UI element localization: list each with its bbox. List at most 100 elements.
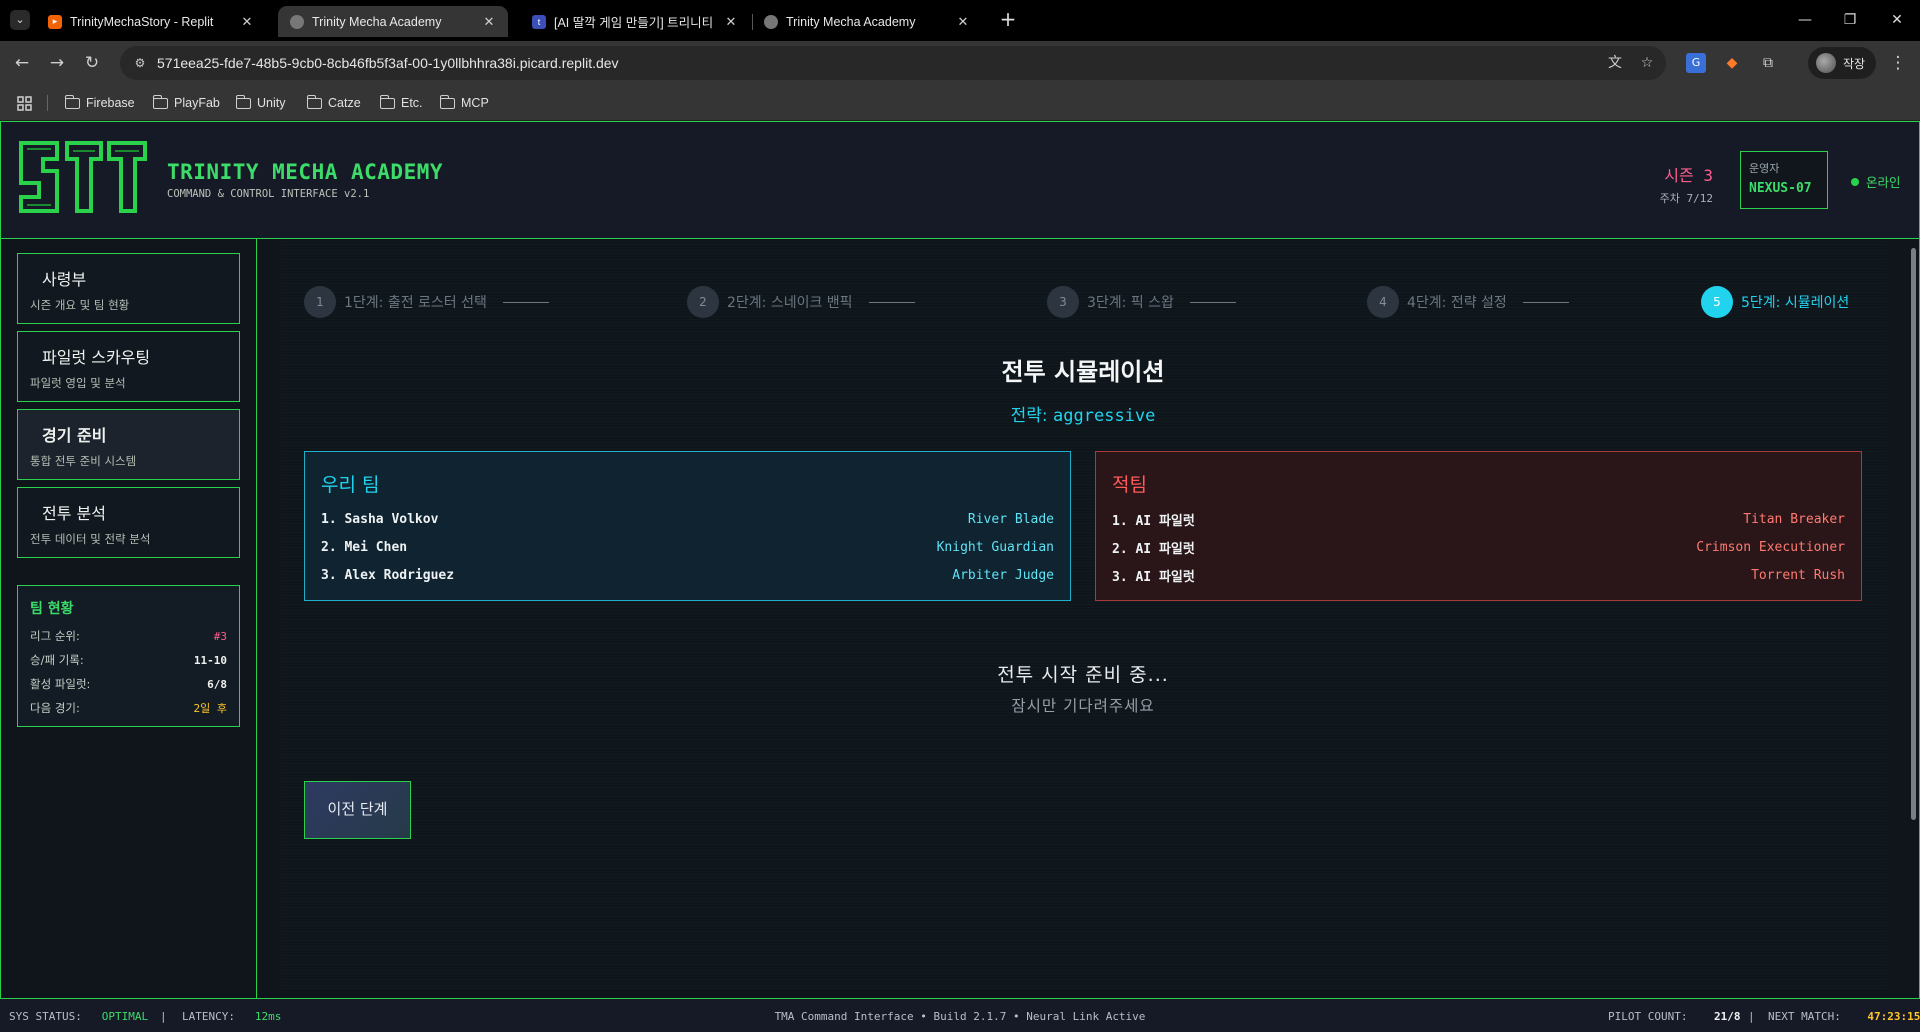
list-item: 1. Sasha Volkov River Blade [321,505,1054,533]
address-bar[interactable]: ⚙ 571eea25-fde7-48b5-9cb0-8cb46fb5f3af-0… [120,46,1666,80]
back-icon[interactable]: ← [10,51,34,75]
sidebar-item-match-prep[interactable]: 경기 준비 통합 전투 준비 시스템 [17,409,240,480]
browser-tab-1[interactable]: ▸ TrinityMechaStory - Replit ✕ [36,6,266,37]
new-tab-button[interactable]: + [996,8,1020,32]
bookmark-folder-catze[interactable]: Catze [306,93,361,113]
sidebar-item-hq[interactable]: 사령부 시즌 개요 및 팀 현황 [17,253,240,324]
logo-icon [19,141,147,213]
browser-tab-4[interactable]: Trinity Mecha Academy ✕ [752,6,982,37]
list-item: 2. Mei Chen Knight Guardian [321,533,1054,561]
mech-name: Titan Breaker [1743,511,1845,527]
list-item: 1. AI 파일럿 Titan Breaker [1112,505,1845,533]
sidebar-item-label: 파일럿 스카우팅 [42,348,151,367]
bookmark-label: Catze [328,96,361,110]
sidebar-item-label: 전투 분석 [42,504,106,523]
app-subtitle: COMMAND & CONTROL INTERFACE v2.1 [167,188,370,200]
translate-extension-icon[interactable]: G [1686,53,1706,73]
sidebar-item-label: 경기 준비 [42,426,107,445]
mech-name: Torrent Rush [1751,567,1845,583]
status-dot-icon [1851,177,1859,186]
translate-icon[interactable]: 文 [1606,54,1624,72]
stat-value: 6/8 [207,677,227,691]
bookmark-folder-firebase[interactable]: Firebase [64,93,135,113]
globe-icon [290,14,304,29]
sidebar-item-desc: 전투 데이터 및 전략 분석 [30,532,151,546]
browser-tab-2[interactable]: Trinity Mecha Academy ✕ [278,6,508,37]
sidebar-item-scouting[interactable]: 파일럿 스카우팅 파일럿 영입 및 분석 [17,331,240,402]
previous-step-button[interactable]: 이전 단계 [304,781,411,839]
reload-icon[interactable]: ↻ [80,51,104,75]
minimize-icon[interactable]: — [1793,8,1817,32]
profile-button[interactable]: 작장 [1808,47,1876,79]
app-header: TRINITY MECHA ACADEMY COMMAND & CONTROL … [1,122,1919,239]
apps-grid-icon[interactable] [17,93,32,113]
bookmark-label: MCP [461,96,489,110]
close-icon[interactable]: ✕ [482,14,496,30]
season-label: 시즌 3 [1664,166,1713,185]
bookmark-folder-mcp[interactable]: MCP [439,93,489,113]
bookmark-label: Unity [257,96,286,110]
mech-name: Knight Guardian [936,539,1054,555]
browser-tab-bar: ⌄ ▸ TrinityMechaStory - Replit ✕ Trinity… [0,0,1920,41]
replit-icon: ▸ [48,14,62,29]
close-icon[interactable]: ✕ [956,14,970,30]
next-match: NEXT MATCH: 47:23:15 [1768,1010,1920,1023]
fox-extension-icon[interactable]: ◆ [1722,53,1742,73]
stat-label: 활성 파일럿: [30,677,91,691]
step-1[interactable]: 1 1단계: 출전 로스터 선택 [304,286,549,318]
bookmark-folder-playfab[interactable]: PlayFab [152,93,220,113]
mech-name: Crimson Executioner [1696,539,1845,555]
bookmark-folder-unity[interactable]: Unity [235,93,286,113]
forward-icon[interactable]: → [45,51,69,75]
browser-tab-3[interactable]: t [AI 딸깍 게임 만들기] 트리니티 ✕ [520,6,750,37]
menu-icon[interactable]: ⋮ [1886,51,1910,75]
pilot-name: 3. Alex Rodriguez [321,567,455,583]
restore-icon[interactable]: ❐ [1838,8,1862,32]
tab-search-button[interactable]: ⌄ [10,10,30,30]
folder-icon [439,94,455,109]
mech-name: Arbiter Judge [952,567,1054,583]
folder-icon [235,94,251,109]
status-bar: SYS STATUS: OPTIMAL | LATENCY: 12ms TMA … [0,998,1920,1032]
window-close-icon[interactable]: ✕ [1885,8,1909,32]
week-label: 주차 7/12 [1659,192,1713,205]
step-5[interactable]: 5 5단계: 시뮬레이션 [1701,286,1849,318]
folder-icon [306,94,322,109]
bookmark-divider [47,95,48,111]
battle-prep-subtitle: 잠시만 기다려주세요 [1011,697,1155,715]
close-icon[interactable]: ✕ [724,14,738,30]
mech-name: River Blade [967,511,1054,527]
tab-title: Trinity Mecha Academy [786,14,916,29]
stat-value: 11-10 [193,653,227,667]
bookmark-folder-etc[interactable]: Etc. [379,93,423,113]
step-label: 2단계: 스네이크 밴픽 [727,295,853,311]
strategy-line: 전략: aggressive [280,401,1886,426]
step-number: 5 [1701,286,1733,318]
next-match-row: 다음 경기: 2일 후 [30,696,227,720]
list-item: 3. AI 파일럿 Torrent Rush [1112,561,1845,589]
step-connector [1522,301,1569,303]
step-connector [868,301,915,303]
pilot-name: 1. Sasha Volkov [321,511,439,527]
strategy-label: 전략: [1010,406,1048,426]
step-3[interactable]: 3 3단계: 픽 스왑 [1047,286,1236,318]
sidebar-item-battle-analysis[interactable]: 전투 분석 전투 데이터 및 전략 분석 [17,487,240,558]
stat-label: 승/패 기록: [30,653,84,667]
tab-title: Trinity Mecha Academy [312,14,442,29]
bookmark-star-icon[interactable]: ☆ [1638,54,1656,72]
separator: | [1748,1010,1755,1023]
bookmarks-bar: Firebase PlayFab Unity Catze Etc. MCP [0,85,1920,121]
pilot-count-label: PILOT COUNT: [1608,1010,1688,1023]
extensions-icon[interactable]: ⧉ [1758,53,1778,73]
operator-badge: 운영자 NEXUS-07 [1740,151,1828,209]
scrollbar-thumb[interactable] [1911,248,1916,820]
operator-label: 운영자 [1749,162,1780,175]
step-4[interactable]: 4 4단계: 전략 설정 [1367,286,1569,318]
bookmark-label: Firebase [86,96,135,110]
app-icon: t [532,14,546,29]
list-item: 3. Alex Rodriguez Arbiter Judge [321,561,1054,589]
site-info-icon[interactable]: ⚙ [132,55,148,71]
close-icon[interactable]: ✕ [240,14,254,30]
profile-name: 작장 [1843,56,1866,71]
step-2[interactable]: 2 2단계: 스네이크 밴픽 [687,286,915,318]
